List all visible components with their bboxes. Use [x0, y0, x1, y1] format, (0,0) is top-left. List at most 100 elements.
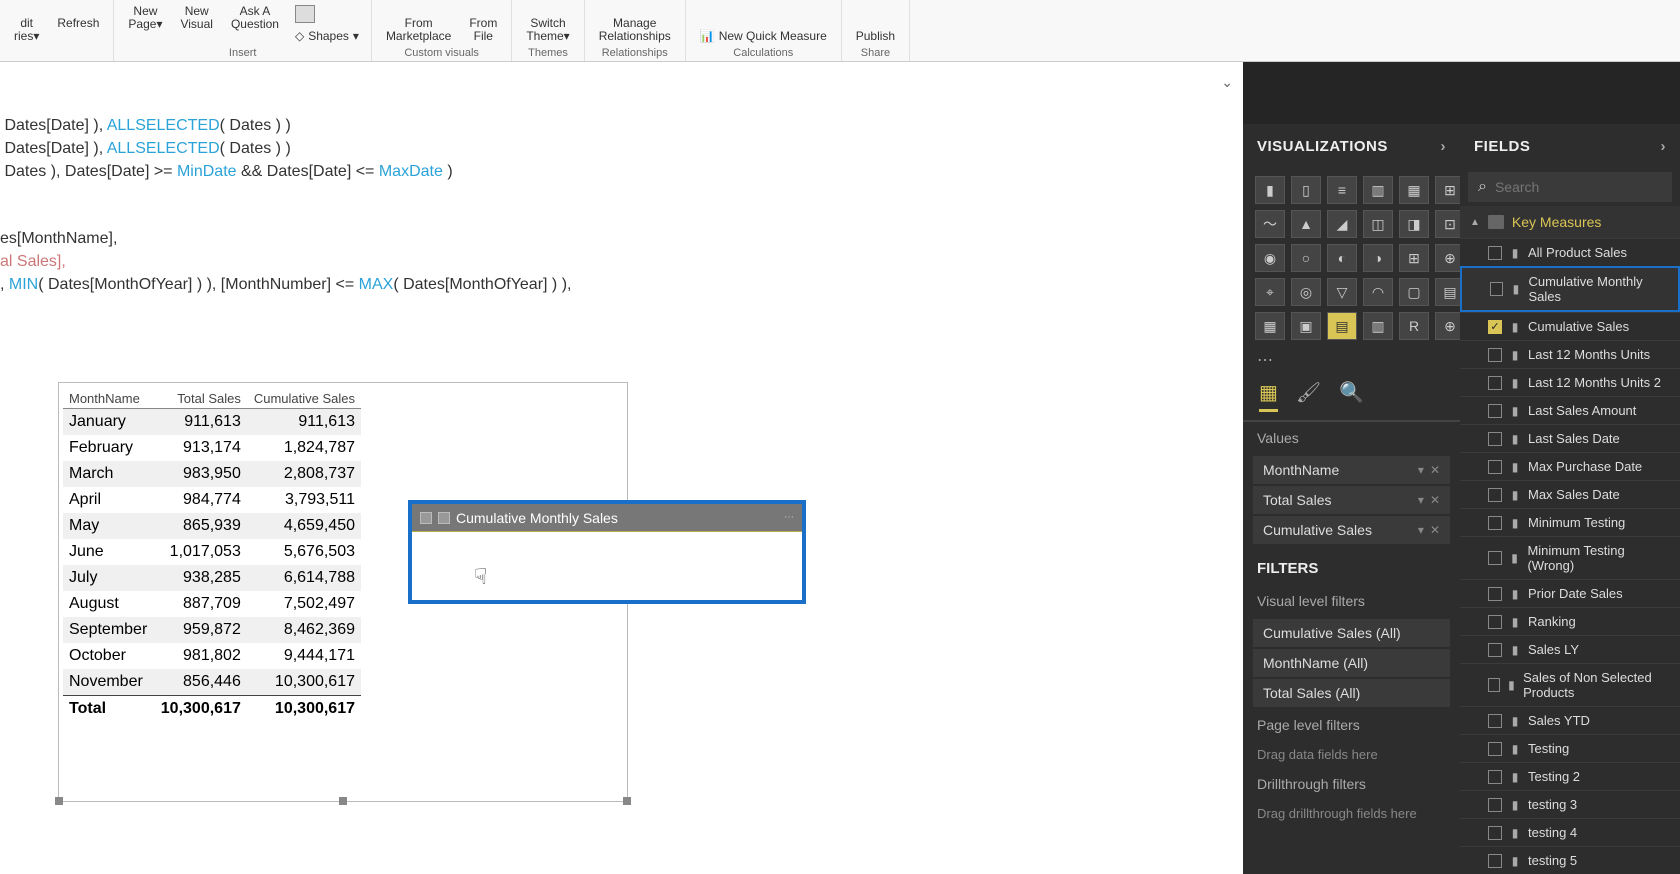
shapes-button[interactable]: ◇Shapes▾ — [291, 27, 363, 45]
table-row[interactable]: June1,017,0535,676,503 — [63, 539, 361, 565]
resize-handle[interactable] — [339, 797, 347, 805]
checkbox[interactable] — [1488, 246, 1502, 260]
table-row[interactable]: January911,613911,613 — [63, 409, 361, 436]
analytics-tab-icon[interactable]: 🔍 — [1339, 380, 1364, 412]
checkbox[interactable]: ✓ — [1488, 320, 1502, 334]
viz-type-icon[interactable]: ▥ — [1363, 176, 1393, 204]
viz-type-icon[interactable]: ◎ — [1291, 278, 1321, 306]
viz-type-icon[interactable]: ◐ — [1327, 244, 1357, 272]
expand-icon[interactable]: › — [1661, 138, 1667, 155]
image-button[interactable] — [291, 3, 363, 25]
filter-item[interactable]: Cumulative Sales (All) — [1253, 619, 1450, 647]
field-item[interactable]: ▮Max Purchase Date — [1460, 452, 1680, 480]
fields-header[interactable]: FIELDS› — [1460, 124, 1680, 168]
drag-grip-icon[interactable] — [420, 512, 432, 524]
viz-type-icon[interactable]: ◠ — [1363, 278, 1393, 306]
table-row[interactable]: July938,2856,614,788 — [63, 565, 361, 591]
checkbox[interactable] — [1488, 615, 1502, 629]
table-row[interactable]: August887,7097,502,497 — [63, 591, 361, 617]
filter-item[interactable]: MonthName (All) — [1253, 649, 1450, 677]
table-row[interactable]: October981,8029,444,171 — [63, 643, 361, 669]
field-well[interactable]: MonthName▾✕ — [1253, 456, 1450, 484]
from-marketplace-button[interactable]: FromMarketplace — [380, 15, 457, 45]
col-total[interactable]: Total Sales — [154, 389, 247, 409]
collapse-formula-icon[interactable]: ⌄ — [1221, 74, 1233, 91]
fields-tab-icon[interactable]: ▦ — [1259, 380, 1278, 412]
checkbox[interactable] — [1488, 854, 1502, 868]
viz-type-icon[interactable]: ◫ — [1363, 210, 1393, 238]
field-item[interactable]: ▮testing 5 — [1460, 846, 1680, 874]
checkbox[interactable] — [1488, 714, 1502, 728]
checkbox[interactable] — [1488, 770, 1502, 784]
field-item[interactable]: ▮Cumulative Monthly Sales — [1460, 266, 1680, 312]
resize-handle[interactable] — [55, 797, 63, 805]
dropdown-icon[interactable]: ▾ — [1418, 493, 1424, 507]
checkbox[interactable] — [1488, 460, 1502, 474]
table-row[interactable]: February913,1741,824,787 — [63, 435, 361, 461]
table-row[interactable]: September959,8728,462,369 — [63, 617, 361, 643]
remove-icon[interactable]: ✕ — [1430, 523, 1440, 537]
field-item[interactable]: ▮Ranking — [1460, 607, 1680, 635]
viz-type-icon[interactable]: ◢ — [1327, 210, 1357, 238]
viz-type-icon[interactable]: ◑ — [1363, 244, 1393, 272]
field-well[interactable]: Total Sales▾✕ — [1253, 486, 1450, 514]
viz-type-icon[interactable]: ▦ — [1255, 312, 1285, 340]
field-item[interactable]: ▮Last Sales Amount — [1460, 396, 1680, 424]
field-well[interactable]: Cumulative Sales▾✕ — [1253, 516, 1450, 544]
field-item[interactable]: ▮Sales LY — [1460, 635, 1680, 663]
viz-type-icon[interactable]: ⌖ — [1255, 278, 1285, 306]
checkbox[interactable] — [1488, 488, 1502, 502]
viz-type-icon[interactable]: ▽ — [1327, 278, 1357, 306]
viz-type-icon[interactable]: ≡ — [1327, 176, 1357, 204]
resize-handle[interactable] — [623, 797, 631, 805]
refresh-button[interactable]: Refresh — [51, 15, 105, 32]
viz-type-icon[interactable]: ▲ — [1291, 210, 1321, 238]
dropdown-icon[interactable]: ▾ — [1418, 463, 1424, 477]
report-canvas[interactable]: ⌄ Dates[Date] ), ALLSELECTED( Dates ) ) … — [0, 62, 1243, 874]
viz-type-icon[interactable]: ▣ — [1291, 312, 1321, 340]
field-item[interactable]: ▮Last 12 Months Units — [1460, 340, 1680, 368]
ask-question-button[interactable]: Ask AQuestion — [225, 3, 285, 33]
quick-measure-button[interactable]: 📊New Quick Measure — [694, 28, 833, 45]
checkbox[interactable] — [1488, 516, 1502, 530]
col-cum[interactable]: Cumulative Sales — [247, 389, 361, 409]
remove-icon[interactable]: ✕ — [1430, 463, 1440, 477]
field-item[interactable]: ▮Last Sales Date — [1460, 424, 1680, 452]
viz-type-icon[interactable]: ▥ — [1363, 312, 1393, 340]
viz-type-icon[interactable]: ◉ — [1255, 244, 1285, 272]
card-visual[interactable]: Cumulative Monthly Sales ⋯ — [408, 500, 806, 604]
field-item[interactable]: ▮Testing 2 — [1460, 762, 1680, 790]
viz-type-icon[interactable]: ○ — [1291, 244, 1321, 272]
checkbox[interactable] — [1488, 376, 1502, 390]
table-row[interactable]: November856,44610,300,617 — [63, 669, 361, 696]
checkbox[interactable] — [1488, 348, 1502, 362]
collapse-icon[interactable]: ▲ — [1470, 217, 1480, 228]
filter-item[interactable]: Total Sales (All) — [1253, 679, 1450, 707]
page-filter-drop[interactable]: Drag data fields here — [1243, 741, 1460, 768]
formula-bar[interactable]: Dates[Date] ), ALLSELECTED( Dates ) ) Da… — [0, 92, 571, 296]
fields-search[interactable]: ⌕ — [1468, 172, 1672, 202]
field-item[interactable]: ▮All Product Sales — [1460, 238, 1680, 266]
publish-button[interactable]: Publish — [850, 28, 901, 45]
viz-type-icon[interactable]: ◨ — [1399, 210, 1429, 238]
expand-icon[interactable]: › — [1441, 138, 1447, 155]
viz-type-icon[interactable]: R — [1399, 312, 1429, 340]
table-row[interactable]: March983,9502,808,737 — [63, 461, 361, 487]
viz-type-icon[interactable]: ⊡ — [1435, 210, 1460, 238]
checkbox[interactable] — [1490, 282, 1503, 296]
viz-type-icon[interactable]: ⊞ — [1435, 176, 1460, 204]
checkbox[interactable] — [1488, 643, 1502, 657]
more-visuals-icon[interactable]: ⋯ — [1243, 348, 1460, 372]
field-item[interactable]: ▮Prior Date Sales — [1460, 579, 1680, 607]
table-row[interactable]: April984,7743,793,511 — [63, 487, 361, 513]
manage-relationships-button[interactable]: ManageRelationships — [593, 15, 677, 45]
table-node-key-measures[interactable]: ▲ Key Measures — [1460, 206, 1680, 238]
viz-type-icon[interactable]: 〜 — [1255, 210, 1285, 238]
viz-type-icon[interactable]: ▢ — [1399, 278, 1429, 306]
field-item[interactable]: ▮Last 12 Months Units 2 — [1460, 368, 1680, 396]
more-options-icon[interactable]: ⋯ — [784, 512, 794, 523]
checkbox[interactable] — [1488, 826, 1502, 840]
viz-type-icon[interactable]: ▤ — [1435, 278, 1460, 306]
viz-type-icon[interactable]: ▦ — [1399, 176, 1429, 204]
viz-type-icon[interactable]: ▤ — [1327, 312, 1357, 340]
